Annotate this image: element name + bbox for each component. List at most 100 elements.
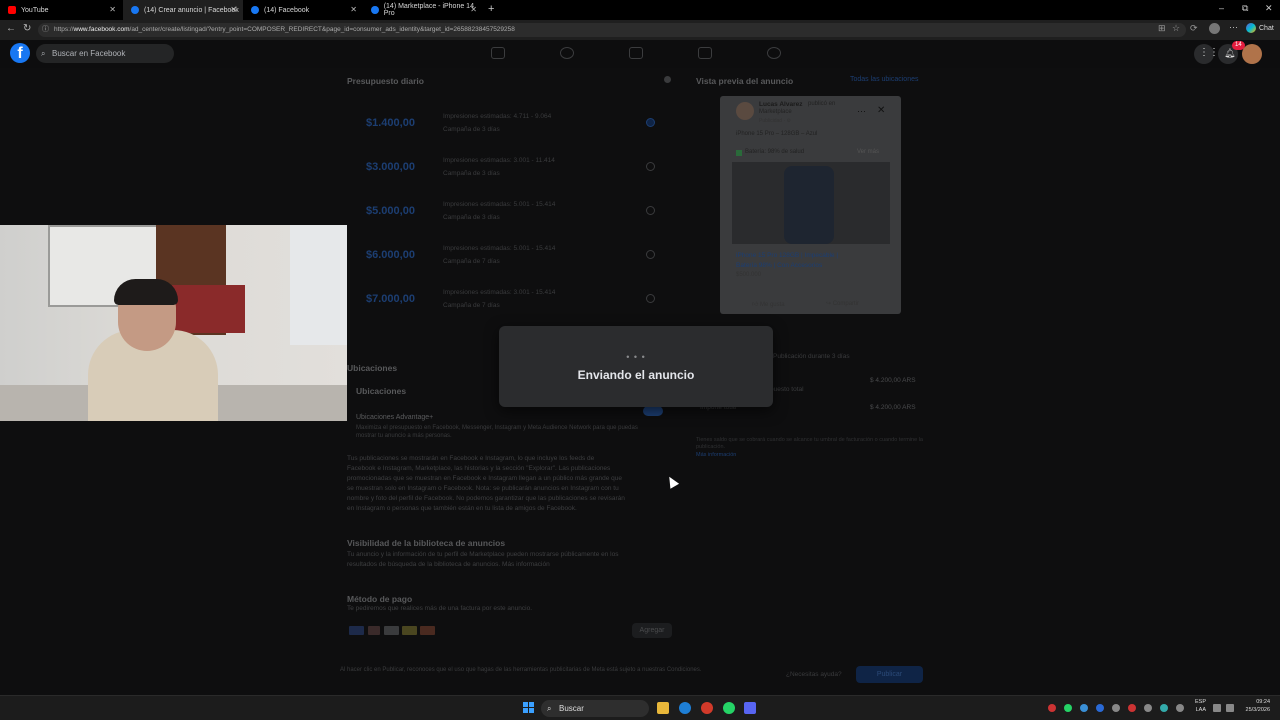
clock-time[interactable]: 09:24 (1236, 699, 1270, 705)
minimize-button[interactable]: – (1219, 3, 1224, 13)
discord-icon[interactable] (744, 702, 756, 714)
tray-icon[interactable] (1112, 704, 1120, 712)
microphone-icon[interactable] (1176, 704, 1184, 712)
listing-title-line: iPhone 15 Pro 128GB | Impecable | (736, 252, 839, 259)
card-icon (402, 626, 417, 635)
tab-crear-anuncio[interactable]: (14) Crear anuncio | Facebook ✕ (123, 0, 243, 20)
network-icon[interactable] (1213, 704, 1221, 712)
more-menu-icon[interactable]: ⋯ (1229, 22, 1238, 33)
listing-price: $500.000 (736, 272, 762, 278)
close-window-button[interactable]: ✕ (1265, 3, 1273, 14)
budget-radio[interactable] (646, 250, 655, 259)
file-explorer-icon[interactable] (657, 702, 669, 714)
mastercard-icon (368, 626, 380, 635)
facebook-icon (131, 6, 139, 14)
site-info-icon[interactable]: ⓘ (42, 23, 49, 37)
home-icon[interactable] (491, 47, 505, 59)
like-label: Me gusta (759, 302, 785, 308)
help-link[interactable]: ¿Necesitas ayuda? (786, 671, 842, 678)
facebook-logo-icon[interactable]: f (10, 43, 30, 63)
tab-title: YouTube (21, 6, 49, 14)
phone-image (784, 166, 834, 244)
budget-radio[interactable] (646, 162, 655, 171)
facebook-icon (251, 6, 259, 14)
budget-radio[interactable] (646, 206, 655, 215)
back-icon[interactable]: ← (6, 23, 16, 34)
search-placeholder: Buscar en Facebook (52, 49, 126, 58)
maximize-button[interactable]: ⧉ (1242, 3, 1248, 14)
tab-marketplace[interactable]: (14) Marketplace - iPhone 14 Pro ✕ (363, 0, 483, 20)
edge-icon[interactable] (679, 702, 691, 714)
chat-label[interactable]: Chat (1259, 25, 1274, 32)
budget-radio[interactable] (646, 118, 655, 127)
menu-grid-icon[interactable]: ⋮⋮ (1194, 44, 1219, 64)
share-button[interactable]: ↪ Compartir (826, 300, 859, 307)
budget-radio[interactable] (646, 294, 655, 303)
url-path: /ad_center/create/listingad/?entry_point… (129, 26, 515, 33)
tray-icon[interactable] (1160, 704, 1168, 712)
taskbar-search[interactable]: ⌕ Buscar (541, 700, 649, 717)
whatsapp-icon[interactable] (723, 702, 735, 714)
listing-photo (732, 162, 890, 244)
language-indicator[interactable]: ESP (1186, 699, 1206, 705)
tray-icon[interactable] (1128, 704, 1136, 712)
avatar[interactable] (1242, 44, 1262, 64)
video-icon[interactable] (629, 47, 643, 59)
more-options-icon[interactable]: ⋯ (857, 106, 866, 117)
facebook-header: f ⌕ Buscar en Facebook ⋮⋮ 🔔︎ 14 (0, 40, 1280, 68)
tray-icon[interactable] (1144, 704, 1152, 712)
budget-duration: Campaña de 3 días (443, 126, 500, 133)
budget-amount: $7.000,00 (366, 293, 415, 305)
close-icon[interactable]: ✕ (230, 5, 237, 14)
tab-title: (14) Crear anuncio | Facebook (144, 6, 239, 14)
bluetooth-icon[interactable] (1096, 704, 1104, 712)
advantage-toggle[interactable] (643, 406, 663, 416)
budget-reach: Impresiones estimadas: 4.711 - 9.064 (443, 113, 552, 120)
placements-title: Ubicaciones (347, 363, 398, 373)
url-field[interactable]: ⓘ https://www.facebook.com/ad_center/cre… (38, 23, 1186, 37)
close-icon[interactable]: ✕ (109, 5, 116, 14)
advantage-description: Maximiza el presupuesto en Facebook, Mes… (356, 425, 638, 439)
publish-button[interactable]: Publicar (856, 666, 923, 683)
tab-facebook[interactable]: (14) Facebook ✕ (243, 0, 363, 20)
close-icon[interactable]: ✕ (470, 5, 477, 14)
more-info-link[interactable]: Más información (696, 452, 736, 458)
budget-duration: Campaña de 3 días (443, 170, 500, 177)
facebook-search-input[interactable]: ⌕ Buscar en Facebook (36, 44, 174, 63)
copilot-icon[interactable] (1246, 23, 1256, 33)
reload-icon[interactable]: ↻ (23, 23, 31, 34)
add-payment-button[interactable]: Agregar (632, 623, 672, 638)
profile-icon[interactable] (1209, 23, 1220, 34)
app-icon[interactable]: ⊞ (1158, 23, 1166, 34)
marketplace-icon[interactable] (698, 47, 712, 59)
info-icon[interactable] (664, 76, 671, 83)
new-tab-button[interactable]: + (488, 3, 494, 15)
like-button[interactable]: 👍︎ Me gusta (752, 300, 785, 308)
preview-card: Lucas Alvarez publicó en Marketplace Pub… (720, 96, 901, 314)
terms-text: Al hacer clic en Publicar, reconoces que… (340, 667, 702, 673)
volume-icon[interactable] (1226, 704, 1234, 712)
summary-note: Tienes saldo que se cobrará cuando se al… (696, 437, 923, 450)
budget-amount: $5.000,00 (366, 205, 415, 217)
groups-icon[interactable] (767, 47, 781, 59)
budget-duration: Campaña de 7 días (443, 302, 500, 309)
close-icon[interactable]: ✕ (877, 105, 885, 116)
address-bar: ← ↻ ⓘ https://www.facebook.com/ad_center… (0, 20, 1280, 40)
placements-link[interactable]: Todas las ubicaciones (850, 76, 919, 83)
favorite-star-icon[interactable]: ☆ (1172, 23, 1180, 34)
tab-youtube[interactable]: YouTube ✕ (0, 0, 122, 20)
whatsapp-icon[interactable] (1064, 704, 1072, 712)
budget-amount: $3.000,00 (366, 161, 415, 173)
tray-icon[interactable] (1048, 704, 1056, 712)
tray-icon[interactable] (1080, 704, 1088, 712)
note-line: Tus publicaciones se mostrarán en Facebo… (347, 455, 595, 462)
close-icon[interactable]: ✕ (350, 5, 357, 14)
windows-start-icon[interactable] (523, 702, 535, 714)
see-more-link[interactable]: Ver más (857, 149, 879, 155)
summary-value: $ 4.200,00 ARS (870, 377, 916, 384)
extensions-icon[interactable]: ⟳ (1190, 23, 1198, 34)
friends-icon[interactable] (560, 47, 574, 59)
app-icon[interactable] (701, 702, 713, 714)
budget-reach: Impresiones estimadas: 5.001 - 15.414 (443, 245, 556, 252)
budget-amount: $1.400,00 (366, 117, 415, 129)
